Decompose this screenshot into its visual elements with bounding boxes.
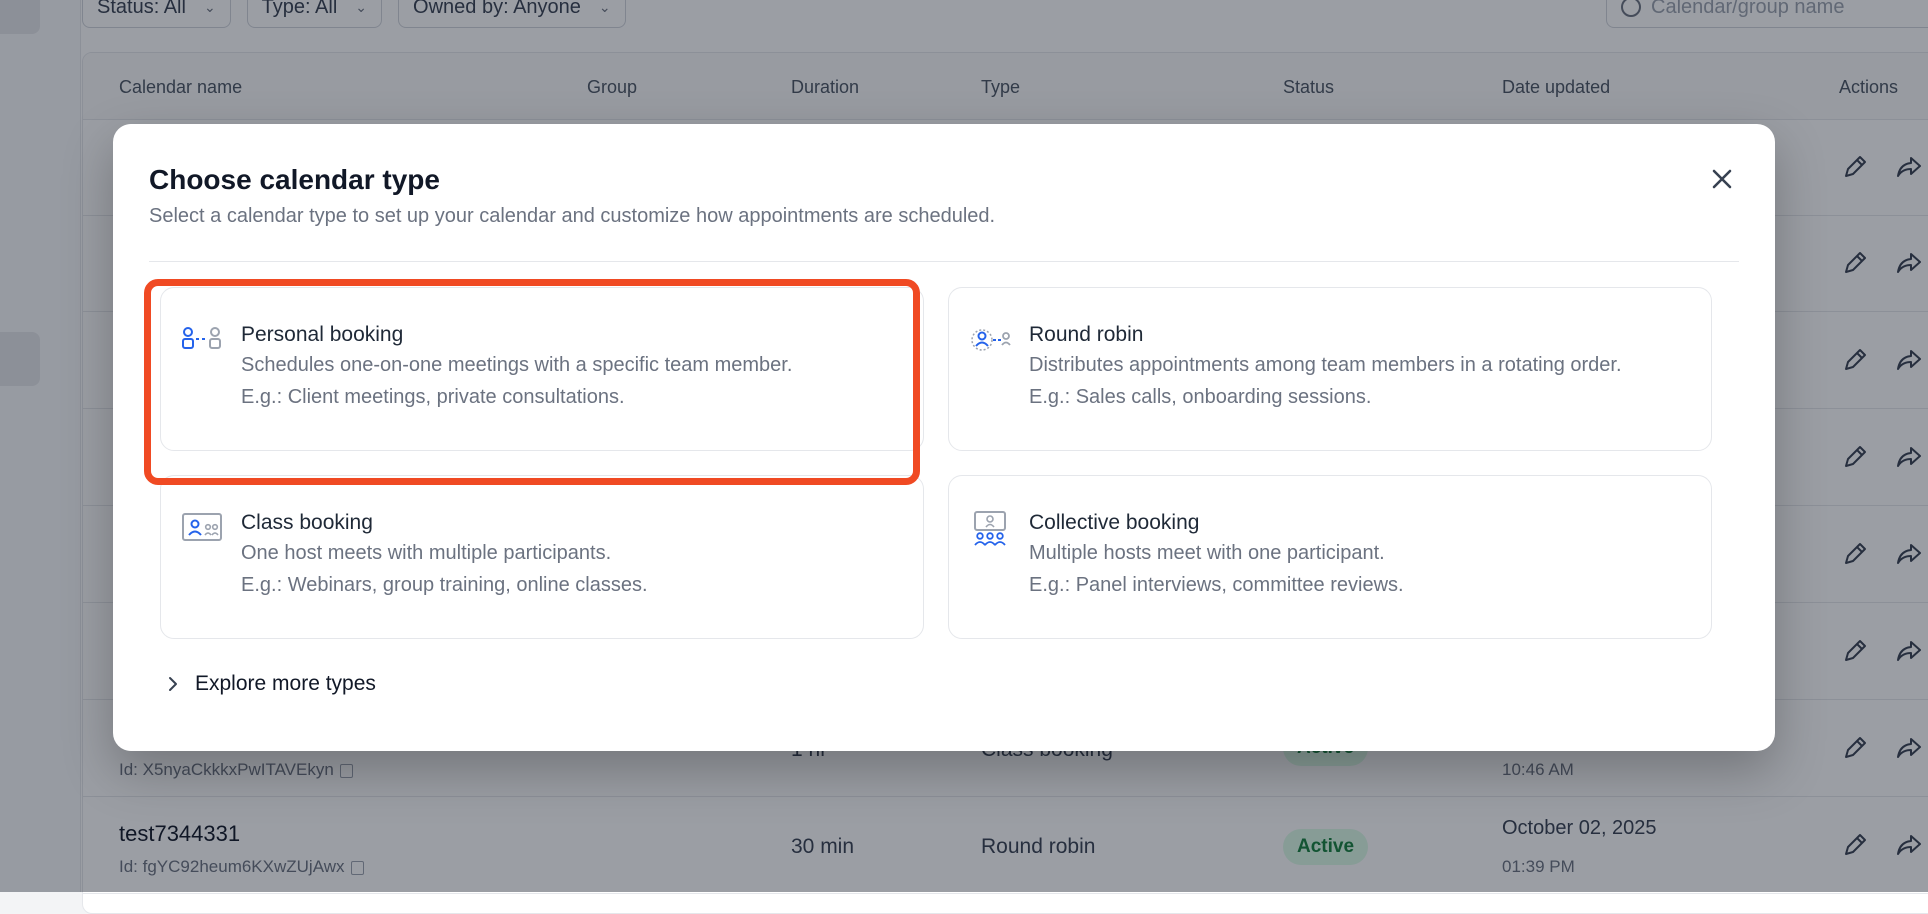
personal-booking-icon [182, 327, 221, 349]
card-example: E.g.: Client meetings, private consultat… [241, 386, 625, 408]
card-description: One host meets with multiple participant… [241, 542, 612, 564]
choose-calendar-type-modal: Choose calendar type Select a calendar t… [113, 124, 1775, 751]
collective-booking-card[interactable]: Collective booking Multiple hosts meet w… [948, 475, 1712, 639]
modal-subtitle: Select a calendar type to set up your ca… [149, 205, 996, 227]
modal-title: Choose calendar type [149, 164, 440, 195]
card-example: E.g.: Sales calls, onboarding sessions. [1029, 386, 1372, 408]
card-example: E.g.: Panel interviews, committee review… [1029, 574, 1404, 596]
class-booking-icon [182, 513, 222, 541]
class-booking-card[interactable]: Class booking One host meets with multip… [160, 475, 924, 639]
card-example: E.g.: Webinars, group training, online c… [241, 574, 648, 596]
round-robin-icon [971, 329, 1011, 351]
card-title: Class booking [241, 511, 373, 534]
collective-booking-icon [974, 511, 1006, 546]
chevron-right-icon [169, 677, 177, 691]
card-title: Personal booking [241, 323, 404, 346]
card-description: Schedules one-on-one meetings with a spe… [241, 354, 793, 376]
explore-more-types-label: Explore more types [195, 672, 376, 695]
card-description: Multiple hosts meet with one participant… [1029, 542, 1385, 564]
personal-booking-card[interactable]: Personal booking Schedules one-on-one me… [160, 287, 924, 451]
round-robin-card[interactable]: Round robin Distributes appointments amo… [948, 287, 1712, 451]
close-icon[interactable] [1705, 162, 1739, 196]
card-title: Collective booking [1029, 511, 1200, 534]
card-description: Distributes appointments among team memb… [1029, 354, 1622, 376]
card-title: Round robin [1029, 323, 1144, 346]
divider [149, 261, 1739, 262]
explore-more-types-toggle[interactable]: Explore more types [163, 672, 376, 696]
